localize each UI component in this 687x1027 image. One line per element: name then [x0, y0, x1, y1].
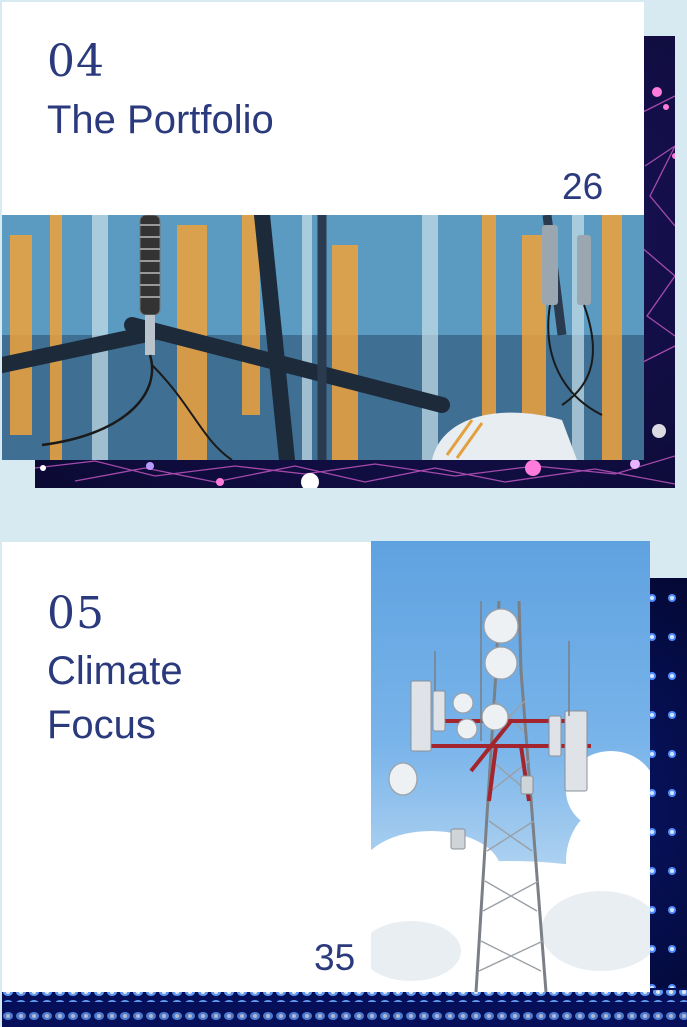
- section-title[interactable]: Climate Focus: [47, 644, 183, 752]
- cell-tower-photo: [371, 541, 650, 992]
- section-title-line: Climate: [47, 649, 183, 693]
- page-number[interactable]: 35: [314, 939, 355, 976]
- cell-tower-illustration: [371, 600, 650, 992]
- page-number[interactable]: 26: [562, 168, 603, 205]
- antenna-illustration: [2, 215, 644, 460]
- section-05-card[interactable]: 05 Climate Focus 35: [2, 542, 372, 992]
- section-04-card[interactable]: 04 The Portfolio 26: [2, 2, 644, 215]
- section-title-line: Focus: [47, 703, 156, 747]
- antenna-closeup-photo: [2, 215, 644, 460]
- section-number: 04: [47, 36, 105, 87]
- section-title[interactable]: The Portfolio: [47, 93, 274, 147]
- section-number: 05: [47, 588, 105, 639]
